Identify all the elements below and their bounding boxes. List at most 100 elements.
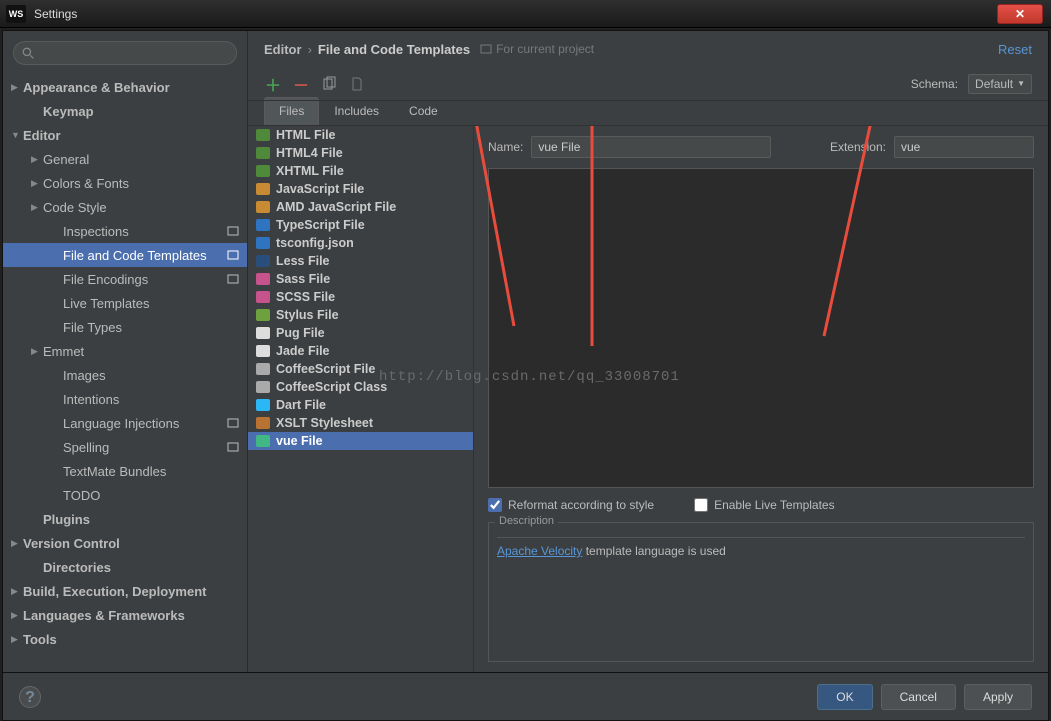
template-item-pug-file[interactable]: Pug File xyxy=(248,324,473,342)
template-file-list: HTML FileHTML4 FileXHTML FileJavaScript … xyxy=(248,126,474,672)
sidebar-item-colors-fonts[interactable]: ▶Colors & Fonts xyxy=(3,171,247,195)
sidebar-item-tools[interactable]: ▶Tools xyxy=(3,627,247,651)
template-item-vue-file[interactable]: vue File xyxy=(248,432,473,450)
file-type-icon xyxy=(256,201,270,213)
sidebar-item-label: Build, Execution, Deployment xyxy=(23,584,206,599)
close-button[interactable]: ✕ xyxy=(997,4,1043,24)
copy-button[interactable] xyxy=(320,75,338,93)
sidebar-item-label: Colors & Fonts xyxy=(43,176,129,191)
sidebar-item-editor[interactable]: ▼Editor xyxy=(3,123,247,147)
search-input[interactable] xyxy=(13,41,237,65)
sidebar-item-images[interactable]: Images xyxy=(3,363,247,387)
file-type-icon xyxy=(256,147,270,159)
sidebar-item-appearance-behavior[interactable]: ▶Appearance & Behavior xyxy=(3,75,247,99)
template-item-xhtml-file[interactable]: XHTML File xyxy=(248,162,473,180)
sidebar-item-inspections[interactable]: Inspections xyxy=(3,219,247,243)
template-item-javascript-file[interactable]: JavaScript File xyxy=(248,180,473,198)
template-item-label: vue File xyxy=(276,434,323,448)
sidebar-item-file-types[interactable]: File Types xyxy=(3,315,247,339)
breadcrumb-page: File and Code Templates xyxy=(318,42,470,57)
sidebar-item-code-style[interactable]: ▶Code Style xyxy=(3,195,247,219)
sidebar-item-directories[interactable]: Directories xyxy=(3,555,247,579)
expand-arrow-icon: ▶ xyxy=(31,154,43,165)
template-item-html-file[interactable]: HTML File xyxy=(248,126,473,144)
add-button[interactable]: ＋ xyxy=(264,75,282,93)
sidebar-item-general[interactable]: ▶General xyxy=(3,147,247,171)
sidebar-item-live-templates[interactable]: Live Templates xyxy=(3,291,247,315)
sidebar-item-build-execution-deployment[interactable]: ▶Build, Execution, Deployment xyxy=(3,579,247,603)
template-item-stylus-file[interactable]: Stylus File xyxy=(248,306,473,324)
template-item-label: Pug File xyxy=(276,326,325,340)
scope-label: For current project xyxy=(480,42,594,56)
schema-select[interactable]: Default ▼ xyxy=(968,74,1032,94)
template-item-label: Dart File xyxy=(276,398,326,412)
template-code-editor[interactable]: http://blog.csdn.net/qq_33008701 xyxy=(488,168,1034,488)
sidebar-item-intentions[interactable]: Intentions xyxy=(3,387,247,411)
template-item-dart-file[interactable]: Dart File xyxy=(248,396,473,414)
file-type-icon xyxy=(256,345,270,357)
file-type-icon xyxy=(256,237,270,249)
sidebar-item-emmet[interactable]: ▶Emmet xyxy=(3,339,247,363)
file-type-icon xyxy=(256,219,270,231)
tab-code[interactable]: Code xyxy=(394,97,453,125)
description-title: Description xyxy=(495,515,558,527)
sidebar-item-file-encodings[interactable]: File Encodings xyxy=(3,267,247,291)
template-item-less-file[interactable]: Less File xyxy=(248,252,473,270)
name-input[interactable] xyxy=(531,136,771,158)
sidebar-item-languages-frameworks[interactable]: ▶Languages & Frameworks xyxy=(3,603,247,627)
template-item-xslt-stylesheet[interactable]: XSLT Stylesheet xyxy=(248,414,473,432)
sidebar-item-label: Language Injections xyxy=(63,416,179,431)
template-item-sass-file[interactable]: Sass File xyxy=(248,270,473,288)
watermark-text: http://blog.csdn.net/qq_33008701 xyxy=(379,369,680,385)
chevron-down-icon: ▼ xyxy=(1017,79,1025,88)
template-item-label: tsconfig.json xyxy=(276,236,354,250)
reset-template-button[interactable] xyxy=(348,75,366,93)
cancel-button[interactable]: Cancel xyxy=(881,684,956,710)
sidebar-item-label: Directories xyxy=(43,560,111,575)
sidebar-item-keymap[interactable]: Keymap xyxy=(3,99,247,123)
file-type-icon xyxy=(256,327,270,339)
template-item-tsconfig-json[interactable]: tsconfig.json xyxy=(248,234,473,252)
template-item-typescript-file[interactable]: TypeScript File xyxy=(248,216,473,234)
expand-arrow-icon: ▶ xyxy=(11,538,23,549)
sidebar-item-label: TextMate Bundles xyxy=(63,464,166,479)
schema-label: Schema: xyxy=(911,77,958,91)
tab-includes[interactable]: Includes xyxy=(319,97,394,125)
reset-link[interactable]: Reset xyxy=(998,42,1032,57)
file-type-icon xyxy=(256,363,270,375)
file-type-icon xyxy=(256,165,270,177)
sidebar-item-label: Editor xyxy=(23,128,61,143)
apply-button[interactable]: Apply xyxy=(964,684,1032,710)
template-item-html4-file[interactable]: HTML4 File xyxy=(248,144,473,162)
sidebar-item-file-and-code-templates[interactable]: File and Code Templates xyxy=(3,243,247,267)
sidebar-item-plugins[interactable]: Plugins xyxy=(3,507,247,531)
template-detail: Name: Extension: http://blog.csdn.net/qq… xyxy=(474,126,1048,672)
tab-files[interactable]: Files xyxy=(264,97,319,125)
sidebar-item-label: Languages & Frameworks xyxy=(23,608,185,623)
sidebar-item-textmate-bundles[interactable]: TextMate Bundles xyxy=(3,459,247,483)
sidebar-item-label: Inspections xyxy=(63,224,129,239)
apache-velocity-link[interactable]: Apache Velocity xyxy=(497,544,582,558)
ok-button[interactable]: OK xyxy=(817,684,872,710)
reformat-checkbox[interactable]: Reformat according to style xyxy=(488,498,654,512)
file-type-icon xyxy=(256,273,270,285)
extension-input[interactable] xyxy=(894,136,1034,158)
sidebar-item-language-injections[interactable]: Language Injections xyxy=(3,411,247,435)
live-templates-checkbox[interactable]: Enable Live Templates xyxy=(694,498,835,512)
project-icon xyxy=(480,43,492,55)
sidebar-item-spelling[interactable]: Spelling xyxy=(3,435,247,459)
template-item-amd-javascript-file[interactable]: AMD JavaScript File xyxy=(248,198,473,216)
template-item-label: CoffeeScript Class xyxy=(276,380,387,394)
sidebar-item-todo[interactable]: TODO xyxy=(3,483,247,507)
help-button[interactable]: ? xyxy=(19,686,41,708)
remove-button[interactable]: － xyxy=(292,75,310,93)
file-type-icon xyxy=(256,435,270,447)
name-label: Name: xyxy=(488,140,523,154)
window-title: Settings xyxy=(34,7,77,21)
sidebar-item-label: Code Style xyxy=(43,200,107,215)
template-item-label: CoffeeScript File xyxy=(276,362,375,376)
sidebar-item-version-control[interactable]: ▶Version Control xyxy=(3,531,247,555)
template-item-jade-file[interactable]: Jade File xyxy=(248,342,473,360)
template-item-scss-file[interactable]: SCSS File xyxy=(248,288,473,306)
template-item-label: SCSS File xyxy=(276,290,335,304)
